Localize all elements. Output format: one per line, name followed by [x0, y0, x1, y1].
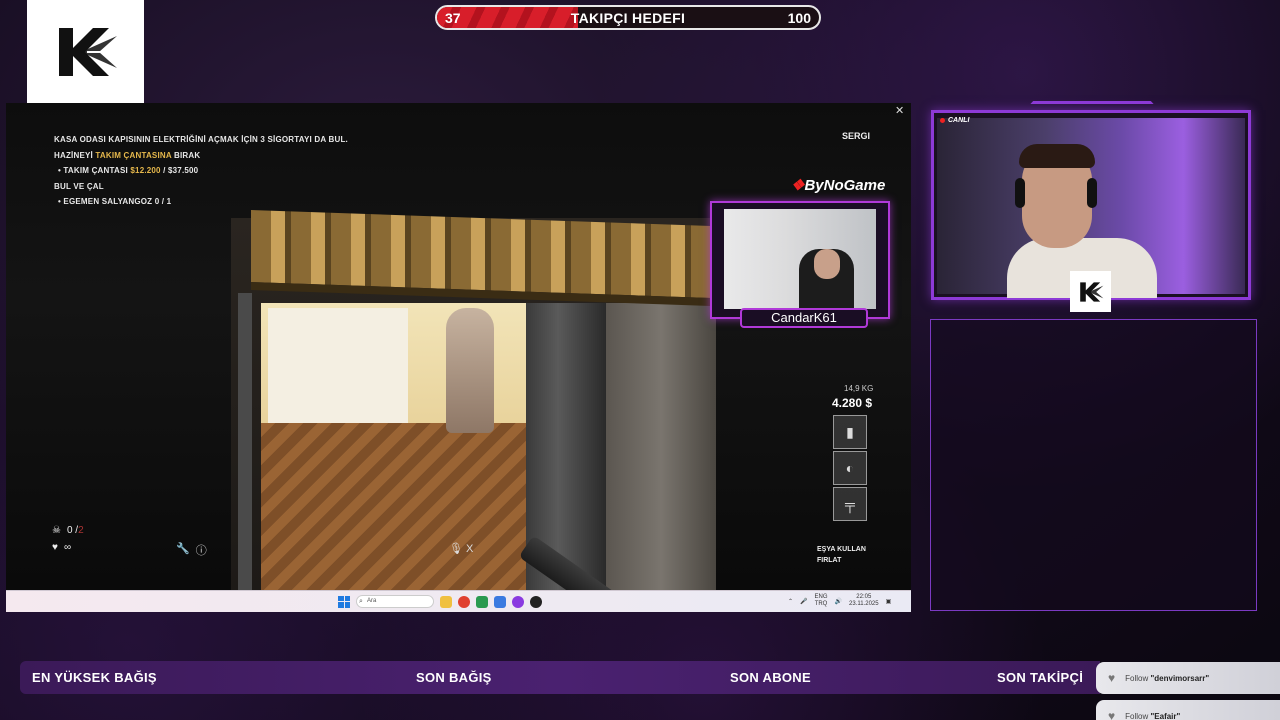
heart-icon: ♥ [1108, 709, 1116, 720]
shotgun-icon: ╤ [845, 496, 855, 512]
stream-info-bar: EN YÜKSEK BAĞIŞ SON BAĞIŞ SON ABONE SON … [20, 661, 1100, 694]
last-donation-label: SON BAĞIŞ [416, 670, 492, 685]
goal-title: TAKIPÇI HEDEFI [570, 10, 686, 26]
system-tray: ⌃ 🎤 ENG TRQ 🔊 22:05 23.11.2025 ▣ [788, 594, 891, 608]
money-amount: 4.280 $ [832, 396, 873, 410]
search-icon: ⌕ [359, 598, 363, 605]
taskbar-apps: ⌕ Ara [338, 595, 542, 608]
tools-hud: 🔧 ⓘ [176, 542, 207, 558]
lives-counter: ♥ ∞ [52, 542, 72, 553]
stone-wall [606, 303, 716, 590]
objective-bag-value: • TAKIM ÇANTASI $12.200 / $37.500 [58, 166, 199, 175]
inventory-slot-device[interactable]: ▮ [833, 415, 867, 449]
location-label: SERGI [842, 131, 871, 141]
objective-main: KASA ODASI KAPISININ ELEKTRİĞİNİ AÇMAK İ… [54, 135, 348, 144]
microphone-icon: 🎙 [449, 543, 463, 555]
game-capture: KASA ODASI KAPISININ ELEKTRİĞİNİ AÇMAK İ… [6, 103, 911, 590]
live-dot-icon [940, 118, 945, 123]
info-icon: ⓘ [195, 545, 207, 557]
ingame-webcam-feed [724, 209, 876, 311]
wooden-floor [261, 423, 526, 590]
heart-icon: ♥ [52, 542, 58, 553]
language-indicator[interactable]: ENG TRQ [815, 594, 828, 608]
action-throw: FIRLAT [817, 557, 842, 564]
objective-stash: HAZİNEYİ TAKIM ÇANTASINA BIRAK [54, 150, 201, 160]
chat-panel [930, 319, 1257, 611]
follow-alert: ♥ Follow "Eafair" [1096, 700, 1280, 720]
skull-icon: ☠ [52, 525, 61, 536]
app-icon-2[interactable] [494, 595, 506, 608]
microphone-tray-icon[interactable]: 🎤 [800, 598, 807, 605]
streamer-face [814, 249, 840, 279]
sponsor-logo: ❖ByNoGame [791, 177, 886, 194]
voice-hud: 🎙 X [449, 543, 474, 555]
wrench-icon: 🔧 [176, 543, 190, 555]
headphones-icon: ◐ [845, 460, 855, 476]
door-frame [238, 293, 252, 590]
k-logo-icon [1079, 281, 1103, 302]
objective-snail: • EGEMEN SALYANGOZ 0 / 1 [58, 197, 172, 206]
objective-steal: BUL VE ÇAL [54, 181, 104, 191]
follower-goal-bar: 37 TAKIPÇI HEDEFI 100 [435, 5, 821, 30]
obs-icon[interactable] [512, 595, 524, 608]
action-hints: EŞYA KULLAN FIRLAT [817, 544, 866, 566]
webcam-feed [937, 118, 1245, 298]
k-logo-icon [58, 27, 117, 76]
notification-icon[interactable]: ▣ [886, 598, 892, 605]
live-badge: CANLI [940, 117, 969, 124]
action-use-item: EŞYA KULLAN [817, 546, 866, 553]
back-wall [268, 308, 408, 428]
ingame-webcam [710, 201, 890, 319]
clock[interactable]: 22:05 23.11.2025 [849, 594, 879, 608]
carry-weight: 14,9 KG [844, 384, 874, 393]
media-icon[interactable] [530, 595, 542, 608]
taskbar: ⌕ Ara ⌃ 🎤 ENG TRQ 🔊 22:05 23.11.2025 ▣ [6, 590, 911, 612]
creature [446, 308, 494, 433]
taskbar-search[interactable]: ⌕ Ara [356, 595, 434, 608]
inventory-slot-shotgun[interactable]: ╤ [833, 487, 867, 521]
ornate-moulding [251, 209, 711, 307]
follow-alert: ♥ Follow "denvimorsarr" [1096, 662, 1280, 694]
heart-icon: ♥ [1108, 671, 1116, 685]
inventory-slot-headphones[interactable]: ◐ [833, 451, 867, 485]
chevron-up-icon[interactable]: ⌃ [788, 598, 793, 605]
kills-counter: ☠ 0 /2 [52, 525, 84, 536]
top-donation-label: EN YÜKSEK BAĞIŞ [32, 670, 157, 685]
goal-target: 100 [787, 10, 811, 26]
channel-logo [27, 0, 144, 103]
device-icon: ▮ [846, 423, 854, 440]
close-icon[interactable]: ✕ [895, 104, 904, 117]
volume-icon[interactable]: 🔊 [835, 598, 842, 605]
last-follower-label: SON TAKİPÇİ [997, 670, 1084, 685]
streamer-name: CandarK61 [740, 308, 868, 328]
file-explorer-icon[interactable] [440, 595, 452, 608]
headphone-right [1087, 178, 1097, 208]
bynogame-icon: ❖ [791, 177, 805, 194]
objectives-panel: KASA ODASI KAPISININ ELEKTRİĞİNİ AÇMAK İ… [54, 132, 348, 210]
headphone-left [1015, 178, 1025, 208]
windows-start-icon[interactable] [338, 595, 350, 608]
last-sub-label: SON ABONE [730, 670, 811, 685]
chrome-icon[interactable] [458, 595, 470, 608]
streamer-hair [1019, 144, 1095, 168]
webcam-logo [1070, 271, 1111, 312]
app-icon[interactable] [476, 595, 488, 608]
